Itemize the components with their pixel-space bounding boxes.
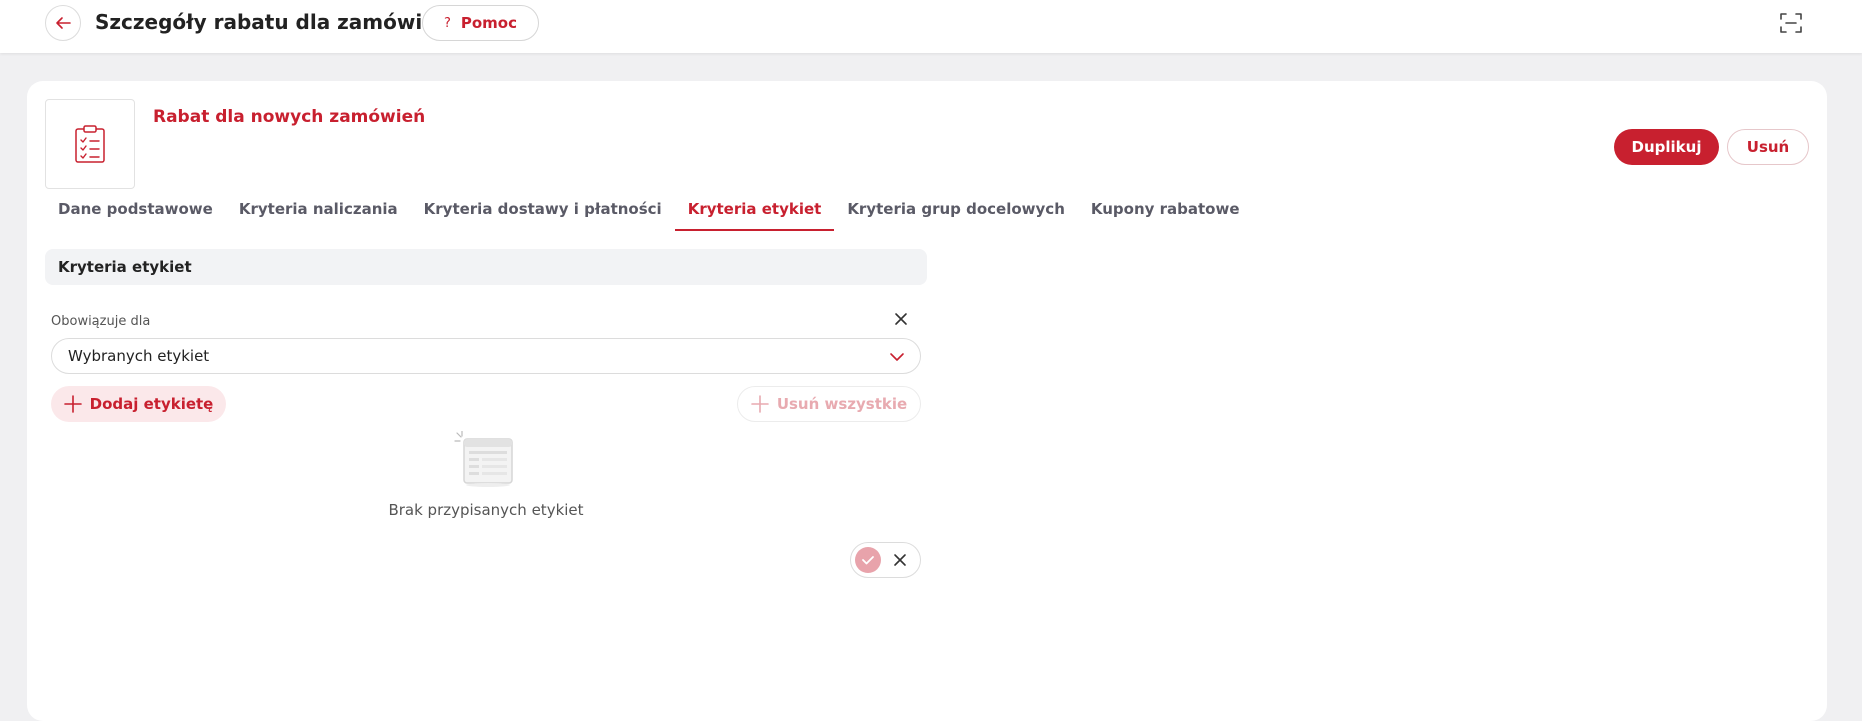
tab-basic-data[interactable]: Dane podstawowe <box>45 193 226 231</box>
back-button[interactable] <box>45 5 81 41</box>
tab-target-group-criteria[interactable]: Kryteria grup docelowych <box>834 193 1078 231</box>
fullscreen-button[interactable] <box>1778 10 1804 36</box>
empty-state-text: Brak przypisanych etykiet <box>388 501 584 519</box>
plus-icon <box>751 395 769 413</box>
tab-label-criteria[interactable]: Kryteria etykiet <box>674 193 835 231</box>
applies-to-label: Obowiązuje dla <box>51 314 151 329</box>
clear-field-button[interactable] <box>893 311 909 327</box>
close-icon <box>894 554 906 566</box>
close-icon <box>895 313 907 325</box>
question-mark-icon: ? <box>443 15 451 31</box>
top-bar: Szczegóły rabatu dla zamówień ? Pomoc <box>0 0 1862 53</box>
remove-all-text: Usuń wszystkie <box>776 395 908 413</box>
help-button[interactable]: ? Pomoc <box>422 5 539 41</box>
discount-thumbnail <box>45 99 135 189</box>
tab-bar: Dane podstawowe Kryteria naliczania Kryt… <box>45 193 1253 231</box>
confirm-cancel-group <box>850 542 921 578</box>
fullscreen-icon <box>1780 13 1802 33</box>
arrow-left-icon <box>56 17 71 29</box>
page-title: Szczegóły rabatu dla zamówień <box>95 10 450 34</box>
clipboard-checklist-icon <box>75 125 105 163</box>
cancel-button[interactable] <box>887 547 913 573</box>
tab-discount-coupons[interactable]: Kupony rabatowe <box>1078 193 1253 231</box>
discount-name: Rabat dla nowych zamówień <box>153 107 426 127</box>
discount-card: Rabat dla nowych zamówień Duplikuj Usuń … <box>27 81 1827 721</box>
tab-delivery-payment-criteria[interactable]: Kryteria dostawy i płatności <box>411 193 675 231</box>
duplicate-button[interactable]: Duplikuj <box>1614 129 1719 165</box>
check-icon <box>862 556 874 565</box>
confirm-button[interactable] <box>855 547 881 573</box>
chevron-down-icon <box>890 353 904 361</box>
tab-calculation-criteria[interactable]: Kryteria naliczania <box>226 193 411 231</box>
section-header: Kryteria etykiet <box>45 249 927 285</box>
remove-all-button[interactable]: Usuń wszystkie <box>737 386 921 422</box>
applies-to-select[interactable]: Wybranych etykiet <box>51 338 921 374</box>
delete-button[interactable]: Usuń <box>1727 129 1809 165</box>
plus-icon <box>63 395 82 413</box>
empty-list-illustration <box>454 431 513 487</box>
add-label-text: Dodaj etykietę <box>89 395 214 413</box>
add-label-button[interactable]: Dodaj etykietę <box>51 386 226 422</box>
applies-to-value: Wybranych etykiet <box>68 347 210 365</box>
help-button-label: Pomoc <box>460 14 518 32</box>
